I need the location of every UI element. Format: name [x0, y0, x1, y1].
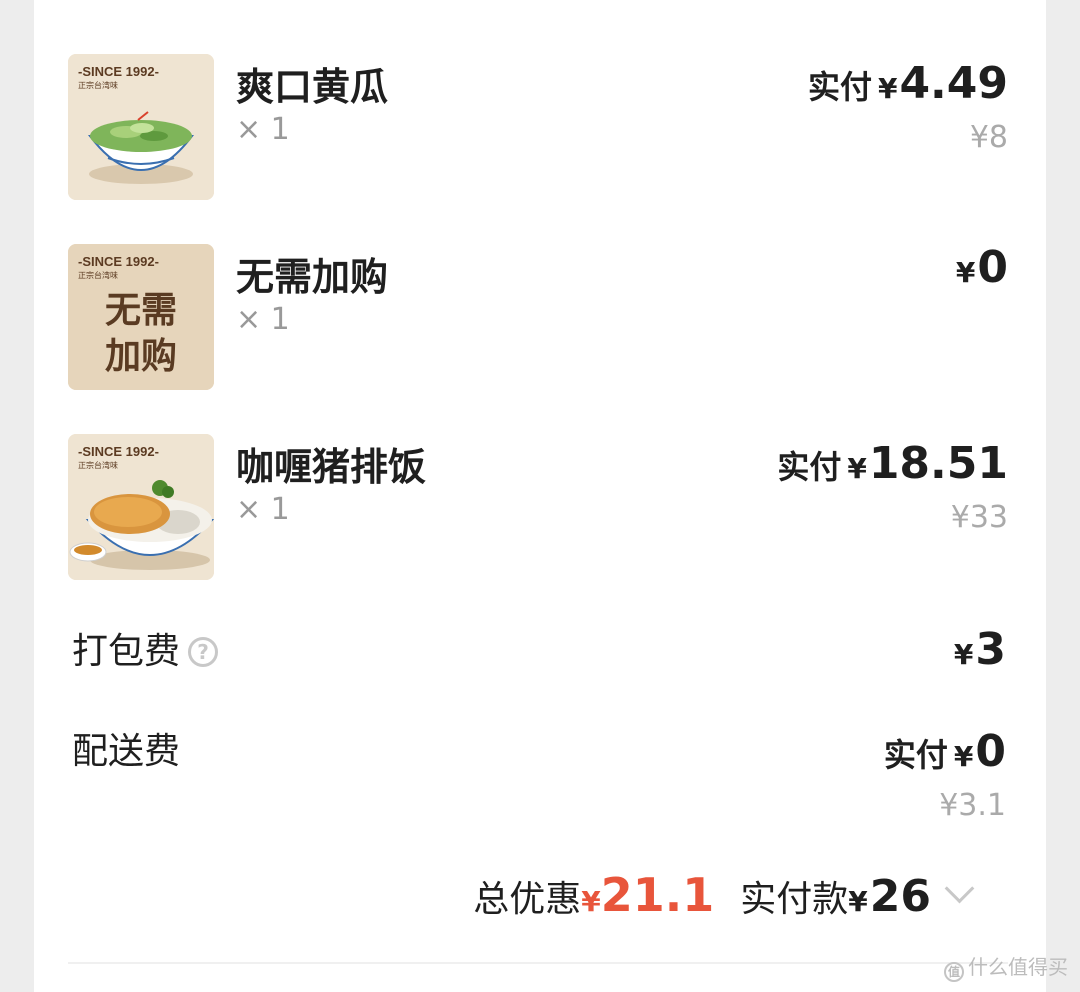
question-circle-icon[interactable]: ? — [188, 637, 219, 667]
paid-currency: ¥ — [848, 885, 868, 918]
paid-amount: 18.51 — [868, 438, 1008, 489]
thumb-sub-text: 正宗台湾味 — [78, 80, 118, 90]
delivery-fee-original-price: ¥3.1 — [939, 788, 1006, 823]
currency-symbol: ¥ — [847, 452, 867, 485]
currency-symbol: ¥ — [955, 256, 976, 289]
order-detail-card: -SINCE 1992- 正宗台湾味 爽口黄瓜 × 1 实付 ¥4.49 ¥8 -… — [34, 0, 1046, 992]
delivery-fee-label: 配送费 — [72, 731, 181, 772]
currency-symbol: ¥ — [877, 72, 898, 105]
paid-label: 实付 — [807, 68, 872, 106]
total-paid-amount: 26 — [869, 871, 931, 922]
total-discount-label: 总优惠 — [473, 879, 582, 920]
packing-fee-row: 打包费? ¥3 — [72, 622, 1006, 675]
thumb-brand-text: -SINCE 1992- — [78, 254, 159, 269]
discount-currency: ¥ — [581, 885, 601, 918]
item-thumbnail-cucumber: -SINCE 1992- 正宗台湾味 — [68, 54, 214, 200]
item-thumbnail-curry-pork: -SINCE 1992- 正宗台湾味 — [68, 434, 214, 580]
watermark-logo-icon: 值 — [944, 962, 964, 982]
total-discount-amount: 21.1 — [600, 868, 715, 922]
item-name: 无需加购 — [236, 255, 389, 299]
item-quantity: × 1 — [236, 302, 290, 337]
divider — [68, 962, 1008, 964]
item-paid-price: 实付 ¥4.49 — [808, 58, 1008, 109]
item-quantity: × 1 — [236, 112, 290, 147]
paid-label: 实付 — [777, 448, 842, 486]
packing-fee-amount: 3 — [975, 624, 1006, 675]
total-paid-label: 实付款 — [740, 879, 849, 920]
order-item-no-addon[interactable]: -SINCE 1992- 正宗台湾味 无需 加购 无需加购 × 1 ¥0 — [68, 242, 1008, 390]
item-original-price: ¥33 — [950, 500, 1008, 535]
order-summary[interactable]: 总优惠¥21.1 实付款¥26 — [473, 868, 975, 922]
thumb-text-line2: 加购 — [105, 336, 177, 377]
item-original-price: ¥8 — [969, 120, 1008, 155]
watermark: 值什么值得买 — [944, 951, 1068, 982]
item-paid-price: ¥0 — [950, 242, 1008, 293]
packing-fee-price: ¥3 — [948, 624, 1006, 675]
order-item-cucumber[interactable]: -SINCE 1992- 正宗台湾味 爽口黄瓜 × 1 实付 ¥4.49 ¥8 — [68, 54, 1008, 200]
item-name: 爽口黄瓜 — [236, 65, 389, 109]
item-paid-price: 实付 ¥18.51 — [777, 438, 1008, 489]
thumb-brand-text: -SINCE 1992- — [78, 444, 159, 459]
paid-amount: 4.49 — [899, 58, 1008, 109]
delivery-fee-row: 配送费 实付 ¥0 ¥3.1 — [72, 722, 1006, 832]
delivery-fee-amount: 0 — [975, 726, 1006, 777]
currency-symbol: ¥ — [953, 638, 974, 671]
chevron-down-icon[interactable] — [944, 873, 975, 904]
thumb-text-line1: 无需 — [105, 290, 177, 331]
item-name: 咖喱猪排饭 — [236, 445, 427, 489]
item-quantity: × 1 — [236, 492, 290, 527]
order-item-curry-pork[interactable]: -SINCE 1992- 正宗台湾味 咖喱猪排饭 × 1 实付 ¥18.51 ¥3… — [68, 434, 1008, 580]
delivery-fee-paid-price: 实付 ¥0 — [884, 726, 1006, 777]
thumb-brand-text: -SINCE 1992- — [78, 64, 159, 79]
item-thumbnail-no-addon: -SINCE 1992- 正宗台湾味 无需 加购 — [68, 244, 214, 390]
thumb-sub-text: 正宗台湾味 — [78, 460, 118, 470]
currency-symbol: ¥ — [953, 740, 974, 773]
packing-fee-label: 打包费 — [72, 631, 181, 672]
watermark-text: 什么值得买 — [968, 955, 1068, 979]
paid-label: 实付 — [883, 736, 948, 774]
thumb-sub-text: 正宗台湾味 — [78, 270, 118, 280]
paid-amount: 0 — [977, 242, 1008, 293]
